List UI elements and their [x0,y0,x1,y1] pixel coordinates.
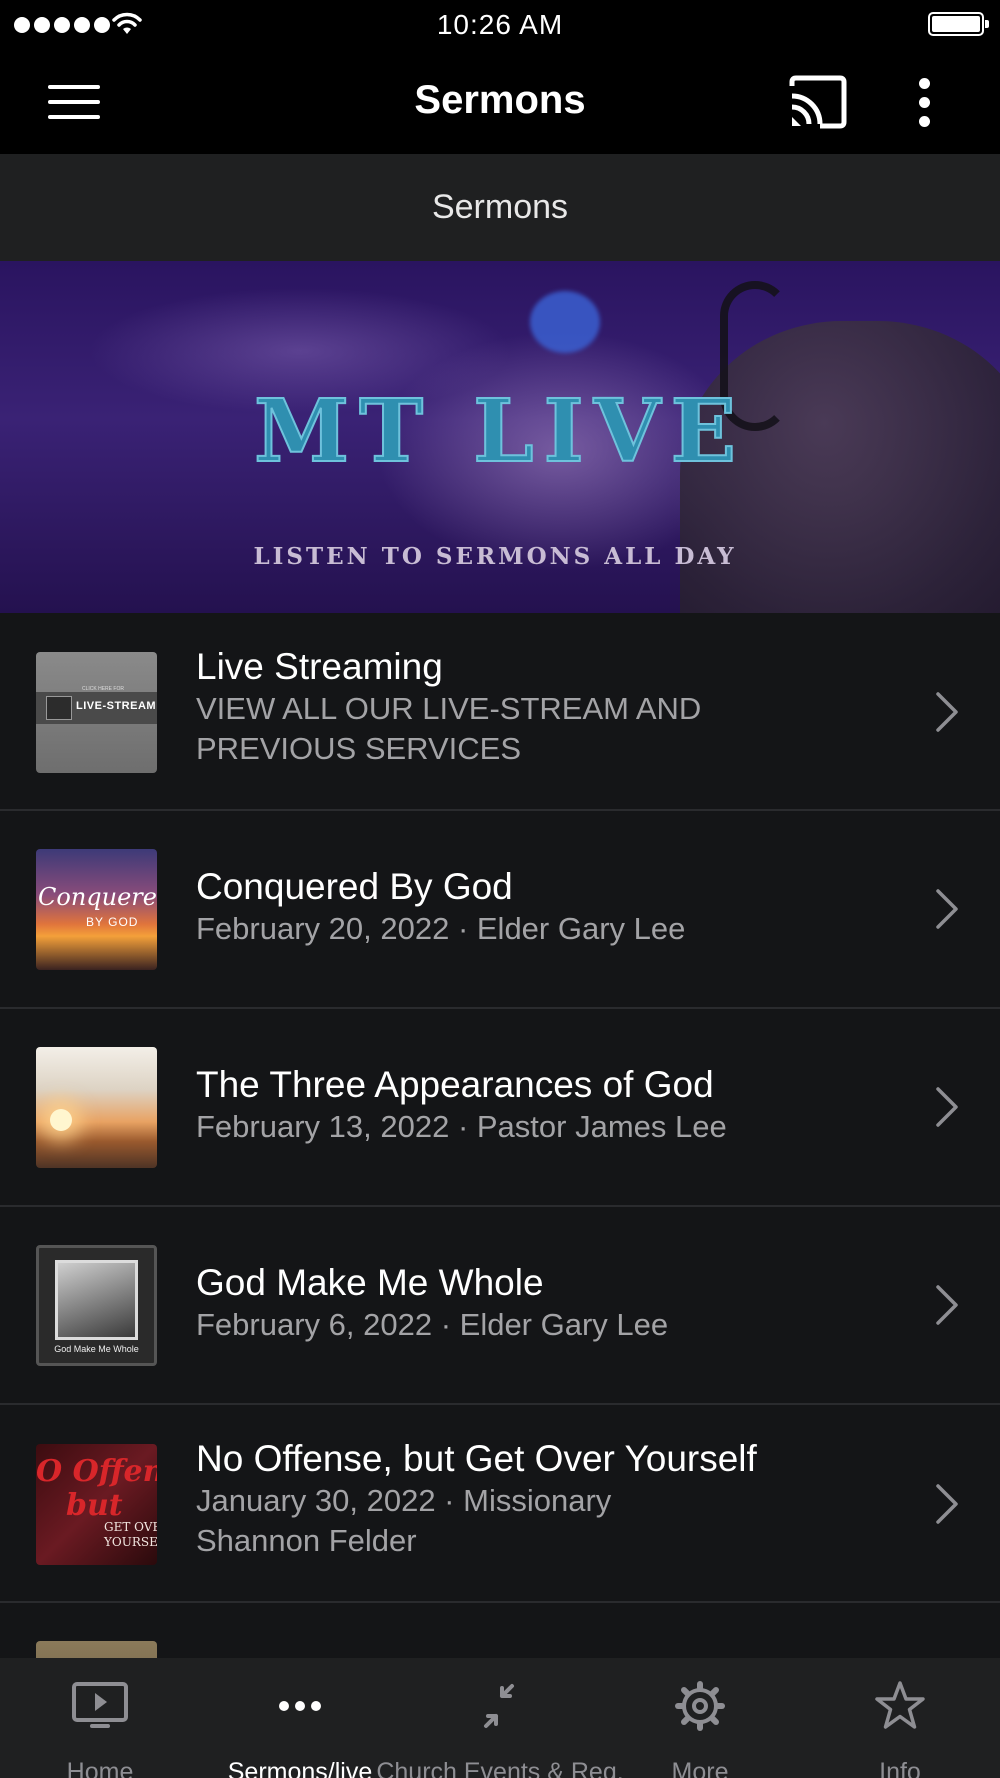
chevron-right-icon [936,1087,958,1127]
page-title: Sermons [414,78,586,122]
chevron-right-icon [936,692,958,732]
list-item-subtitle: VIEW ALL OUR LIVE-STREAM AND [196,691,702,726]
collapse-arrows-icon [484,1684,514,1728]
list-item-live-streaming[interactable]: CLICK HERE FOR LIVE-STREAM Live Streamin… [0,613,1000,811]
list-item-title: The Three Appearances of God [196,1064,714,1105]
banner-subtitle: LISTEN TO SERMONS ALL DAY [253,543,737,570]
list-item-sermon[interactable]: O Offense but GET OVER YOURSELF No Offen… [0,1405,1000,1603]
sermon-thumbnail [36,1047,157,1168]
sermon-thumbnail: O Offense but GET OVER YOURSELF [36,1444,157,1565]
star-icon [875,1681,925,1729]
list-item-sermon[interactable]: The Three Appearances of God February 13… [0,1009,1000,1207]
cast-icon[interactable] [782,72,850,132]
hamburger-menu-button[interactable] [38,75,112,129]
more-vertical-icon[interactable] [900,72,948,132]
section-header: Sermons [0,154,1000,261]
status-bar: 10:26 AM [0,0,1000,50]
live-stream-thumbnail: CLICK HERE FOR LIVE-STREAM [36,652,157,773]
chevron-right-icon [936,1484,958,1524]
more-horizontal-icon [279,1701,321,1711]
list-item-sermon[interactable] [0,1603,1000,1658]
bottom-tab-bar: Home Sermons/live Church Events & Reg. M… [0,1658,1000,1778]
list-item-title: Live Streaming [196,646,443,687]
gear-icon [675,1681,725,1731]
chevron-right-icon [936,1285,958,1325]
sermon-list: CLICK HERE FOR LIVE-STREAM Live Streamin… [0,613,1000,1658]
mt-live-banner[interactable]: MT LIVE LISTEN TO SERMONS ALL DAY [0,261,1000,613]
tv-play-icon [72,1682,128,1728]
list-item-subtitle: January 30, 2022 · Missionary [196,1483,612,1518]
list-item-subtitle: February 13, 2022 · Pastor James Lee [196,1109,727,1144]
sermon-thumbnail: God Make Me Whole [36,1245,157,1366]
list-item-sermon[interactable]: God Make Me Whole God Make Me Whole Febr… [0,1207,1000,1405]
list-item-title: God Make Me Whole [196,1262,544,1303]
list-item-subtitle: February 20, 2022 · Elder Gary Lee [196,911,686,946]
list-item-subtitle: February 6, 2022 · Elder Gary Lee [196,1307,669,1342]
banner-title: MT LIVE [253,380,747,483]
chevron-right-icon [936,889,958,929]
list-item-sermon[interactable]: Conquered BY GOD Conquered By God Februa… [0,811,1000,1009]
battery-icon [928,12,989,36]
list-item-title: Conquered By God [196,866,513,907]
list-item-subtitle: Shannon Felder [196,1523,417,1558]
sermon-thumbnail [36,1641,157,1658]
app-bar: Sermons [0,50,1000,154]
tab-info[interactable]: Info [800,1658,1000,1778]
list-item-subtitle: PREVIOUS SERVICES [196,731,522,766]
list-item-title: No Offense, but Get Over Yourself [196,1438,757,1479]
status-time: 10:26 AM [436,9,564,40]
sermon-thumbnail: Conquered BY GOD [36,849,157,970]
tab-label: Info [879,1758,921,1778]
